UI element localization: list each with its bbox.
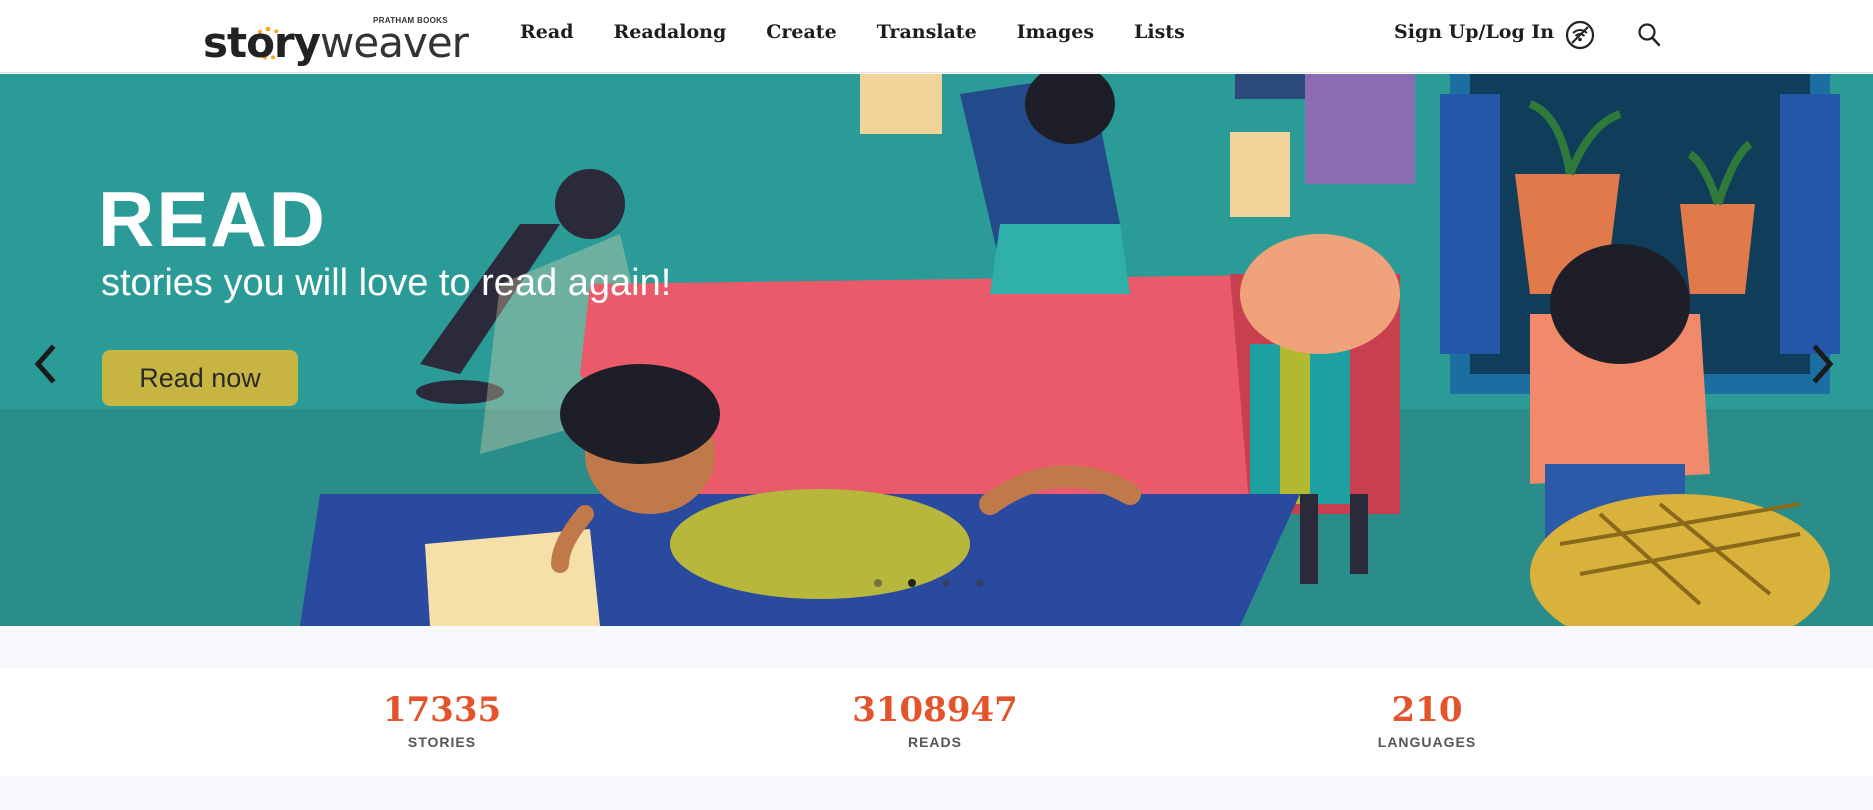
carousel-dot-active[interactable]: [908, 579, 916, 587]
logo-wordmark: storyweaver: [203, 18, 469, 67]
stats-strip: 17335 STORIES 3108947 READS 210 LANGUAGE…: [0, 668, 1873, 776]
nav-images[interactable]: Images: [1017, 21, 1094, 43]
offline-library-icon[interactable]: [1565, 20, 1595, 50]
nav-translate[interactable]: Translate: [877, 21, 977, 43]
read-now-button[interactable]: Read now: [102, 350, 298, 406]
stat-label: READS: [907, 734, 962, 750]
storyweaver-logo[interactable]: PRATHAM BOOKS storyweaver: [203, 10, 469, 66]
hero-title: READ: [98, 175, 328, 263]
nav-lists[interactable]: Lists: [1134, 21, 1185, 43]
nav-read[interactable]: Read: [520, 21, 573, 43]
carousel-dot[interactable]: [976, 579, 984, 587]
search-icon[interactable]: [1637, 22, 1661, 48]
carousel-indicators: [874, 579, 984, 587]
carousel-dot[interactable]: [874, 579, 882, 587]
carousel-prev-icon[interactable]: [26, 334, 62, 394]
stat-label: LANGUAGES: [1377, 734, 1477, 750]
stat-value: 210: [1391, 690, 1463, 730]
site-header: PRATHAM BOOKS storyweaver Read Readalong…: [0, 0, 1873, 73]
nav-create[interactable]: Create: [766, 21, 836, 43]
stat-value: 3108947: [852, 690, 1018, 730]
main-nav: Read Readalong Create Translate Images L…: [520, 21, 1225, 43]
carousel-next-icon[interactable]: [1806, 334, 1842, 394]
hero-subtitle: stories you will love to read again!: [101, 262, 672, 304]
stat-languages: 210 LANGUAGES: [1307, 690, 1547, 750]
stat-label: STORIES: [407, 734, 477, 750]
stat-value: 17335: [382, 690, 502, 730]
signup-login-link[interactable]: Sign Up/Log In: [1394, 21, 1554, 43]
stat-reads: 3108947 READS: [815, 690, 1055, 750]
stat-stories: 17335 STORIES: [322, 690, 562, 750]
carousel-dot[interactable]: [942, 579, 950, 587]
hero-carousel: READ stories you will love to read again…: [0, 74, 1873, 626]
nav-readalong[interactable]: Readalong: [613, 21, 726, 43]
